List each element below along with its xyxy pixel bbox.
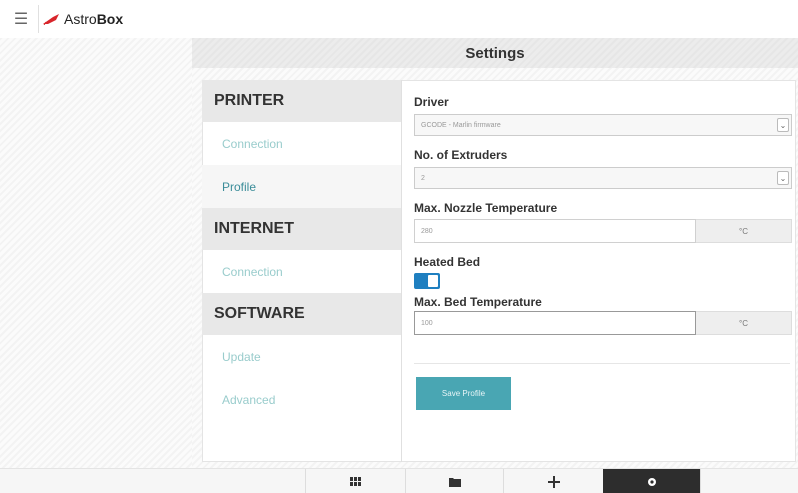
folder-icon xyxy=(448,477,461,487)
topbar-divider xyxy=(38,5,39,33)
bed-temp-unit: °C xyxy=(696,311,792,335)
gear-icon xyxy=(647,477,656,486)
logo-text-suffix: Box xyxy=(96,11,124,27)
printer-profile-form: Driver GCODE - Marlin firmware ⌄ No. of … xyxy=(414,80,794,335)
heated-bed-label: Heated Bed xyxy=(414,255,481,269)
logo-text-prefix: Astro xyxy=(64,11,97,27)
settings-menu: PRINTER Connection Profile INTERNET Conn… xyxy=(202,80,402,462)
bed-temp-input[interactable]: 100 xyxy=(414,311,696,335)
astrobox-logo[interactable]: Astro Box xyxy=(43,11,123,27)
driver-select-value: GCODE - Marlin firmware xyxy=(421,121,501,129)
driver-select[interactable]: GCODE - Marlin firmware ⌄ xyxy=(414,114,792,136)
tab-settings[interactable] xyxy=(603,469,700,493)
chevron-down-icon: ⌄ xyxy=(777,118,789,132)
menu-item-software-advanced[interactable]: Advanced xyxy=(202,378,401,421)
form-divider xyxy=(414,363,790,364)
tab-move[interactable] xyxy=(503,469,603,493)
nozzle-temp-label: Max. Nozzle Temperature xyxy=(414,201,558,215)
menu-section-internet: INTERNET xyxy=(202,208,401,250)
menu-item-printer-connection[interactable]: Connection xyxy=(202,122,401,165)
nozzle-temp-input[interactable]: 280 xyxy=(414,219,696,243)
top-bar: ☰ Astro Box xyxy=(0,0,798,38)
bed-temp-row: 100 °C xyxy=(414,311,792,335)
save-profile-button[interactable]: Save Profile xyxy=(416,377,511,410)
extruders-label: No. of Extruders xyxy=(414,148,508,162)
tab-control[interactable] xyxy=(305,469,405,493)
tab-files[interactable] xyxy=(405,469,503,493)
menu-item-printer-profile[interactable]: Profile xyxy=(202,165,401,208)
nozzle-temp-row: 280 °C xyxy=(414,219,792,243)
bed-temp-label: Max. Bed Temperature xyxy=(414,295,542,309)
toolbar-spacer xyxy=(700,469,798,493)
toggle-knob xyxy=(428,275,438,287)
driver-label: Driver xyxy=(414,95,449,109)
heated-bed-toggle[interactable] xyxy=(414,273,440,289)
bottom-toolbar xyxy=(0,468,798,493)
astrobox-logo-icon xyxy=(43,14,59,25)
settings-header: Settings xyxy=(192,38,798,68)
menu-section-printer: PRINTER xyxy=(202,80,401,122)
grid-icon xyxy=(350,477,361,486)
hamburger-menu-icon[interactable]: ☰ xyxy=(6,4,36,34)
chevron-down-icon: ⌄ xyxy=(777,171,789,185)
nozzle-temp-unit: °C xyxy=(696,219,792,243)
move-icon xyxy=(547,475,560,488)
menu-section-software: SOFTWARE xyxy=(202,293,401,335)
page-title: Settings xyxy=(465,44,525,62)
left-gutter xyxy=(0,38,192,468)
menu-item-software-update[interactable]: Update xyxy=(202,335,401,378)
extruders-select-value: 2 xyxy=(421,174,425,182)
extruders-select[interactable]: 2 ⌄ xyxy=(414,167,792,189)
menu-item-internet-connection[interactable]: Connection xyxy=(202,250,401,293)
